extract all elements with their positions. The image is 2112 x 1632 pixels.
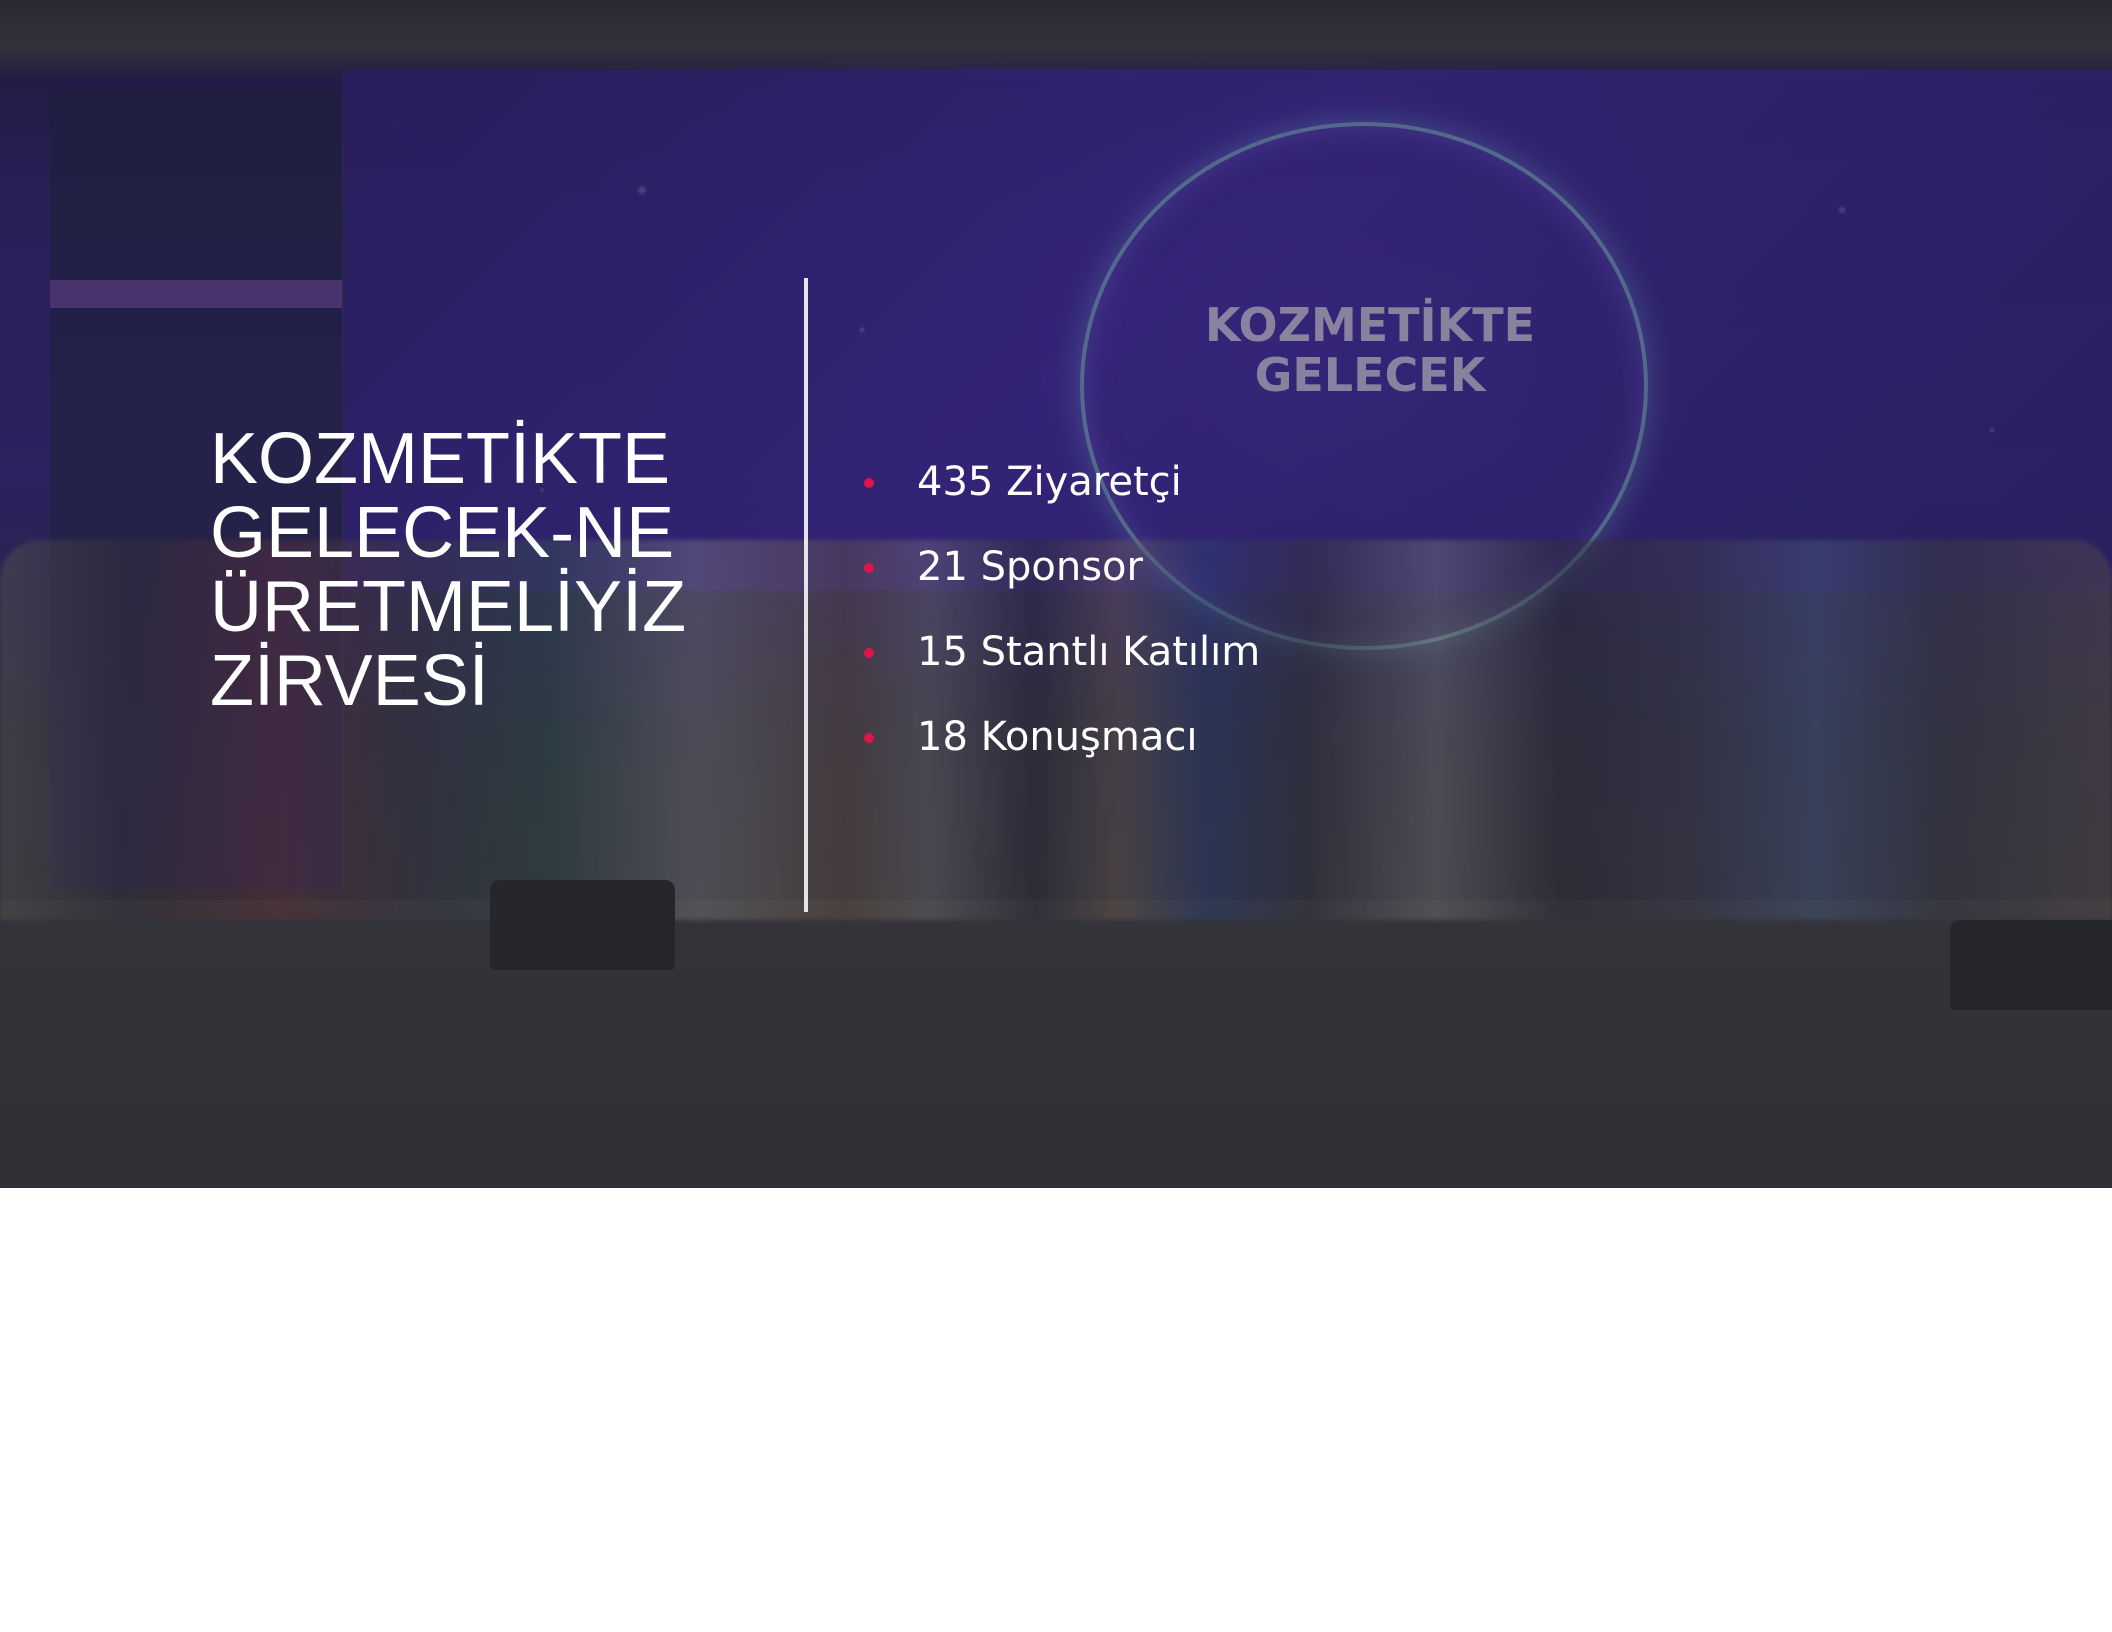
stat-item-speakers: 18 Konuşmacı xyxy=(862,695,1260,780)
title-line: ÜRETMELİYİZ xyxy=(210,567,687,647)
slide: KOZMETİKTE GELECEK KOZMETİKTE GELECEK-NE… xyxy=(0,0,2112,1632)
stat-item-sponsors: 21 Sponsor xyxy=(862,525,1260,610)
stat-label: 435 Ziyaretçi xyxy=(917,459,1182,505)
stat-item-visitors: 435 Ziyaretçi xyxy=(862,440,1260,525)
bullet-dot-icon xyxy=(864,478,874,488)
stat-item-booths: 15 Stantlı Katılım xyxy=(862,610,1260,695)
stat-label: 18 Konuşmacı xyxy=(917,714,1198,760)
stat-label: 21 Sponsor xyxy=(917,544,1143,590)
vertical-divider xyxy=(804,278,808,912)
stats-list: 435 Ziyaretçi 21 Sponsor 15 Stantlı Katı… xyxy=(862,440,1260,780)
stat-label: 15 Stantlı Katılım xyxy=(917,629,1261,675)
bullet-dot-icon xyxy=(864,648,874,658)
bullet-dot-icon xyxy=(864,733,874,743)
slide-title: KOZMETİKTE GELECEK-NE ÜRETMELİYİZ ZİRVES… xyxy=(210,422,770,718)
title-line: KOZMETİKTE xyxy=(210,419,671,499)
title-line: GELECEK-NE xyxy=(210,493,675,573)
bullet-dot-icon xyxy=(864,563,874,573)
title-line: ZİRVESİ xyxy=(210,641,489,721)
